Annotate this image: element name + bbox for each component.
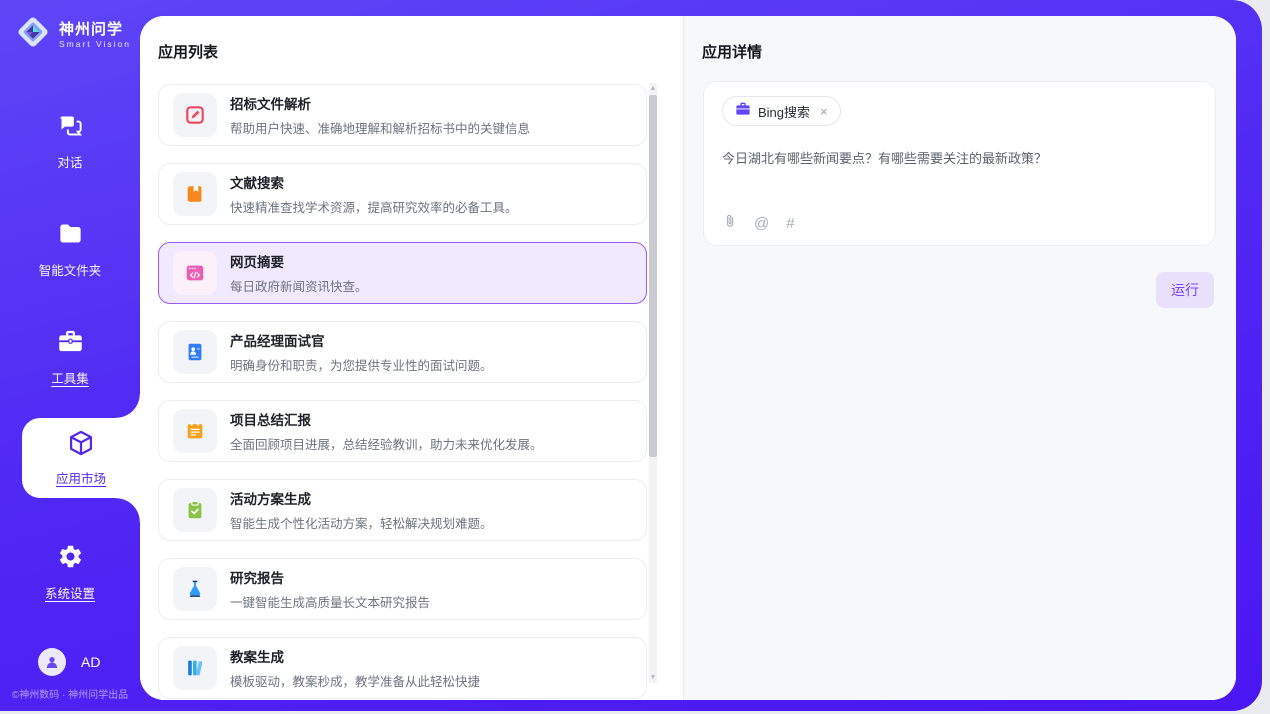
app-card-title: 项目总结汇报 — [230, 409, 543, 429]
app-card-title: 教案生成 — [230, 646, 480, 666]
app-list-scrollbar[interactable]: ▲ ▼ — [649, 83, 657, 683]
sidebar-item-label: 系统设置 — [45, 583, 95, 602]
webpage-code-icon — [173, 251, 217, 295]
app-card-pm-interviewer[interactable]: 产品经理面试官 明确身份和职责，为您提供专业性的面试问题。 — [158, 321, 647, 383]
tool-tag-bing-search[interactable]: Bing搜索 × — [722, 96, 841, 126]
brand-name: 神州问学 — [59, 21, 131, 39]
app-card-title: 文献搜索 — [230, 172, 518, 192]
paperclip-icon[interactable] — [723, 213, 737, 233]
scrollbar-up-icon[interactable]: ▲ — [649, 83, 657, 94]
scrollbar-down-icon[interactable]: ▼ — [649, 672, 657, 683]
scrollbar-thumb[interactable] — [649, 95, 657, 457]
app-card-title: 产品经理面试官 — [230, 330, 493, 350]
content-area: 应用列表 招标文件解析 帮助用户快速、准确地理解和解析招标书中的关键信息 — [140, 16, 1236, 700]
composer-toolbar: @ # — [723, 213, 795, 233]
app-card-desc: 全面回顾项目进展，总结经验教训，助力未来优化发展。 — [230, 434, 543, 453]
sidebar-item-chat[interactable]: 对话 — [0, 112, 140, 171]
brand-logo: 神州问学 Smart Vision — [14, 13, 131, 56]
app-card-desc: 模板驱动，教案秒成，教学准备从此轻松快捷 — [230, 671, 480, 690]
app-detail-card: Bing搜索 × 今日湖北有哪些新闻要点？有哪些需要关注的最新政策？ @ # — [703, 81, 1216, 246]
run-button[interactable]: 运行 — [1156, 272, 1214, 308]
sidebar-footer: ©神州数码 · 神州问学出品 — [0, 686, 140, 701]
folder-icon — [57, 220, 84, 252]
app-window: 神州问学 Smart Vision 对话 智能文件夹 — [0, 0, 1270, 714]
app-card-title: 研究报告 — [230, 567, 430, 587]
book-icon — [173, 172, 217, 216]
sidebar-item-label: 工具集 — [51, 368, 89, 387]
sidebar-item-label: 应用市场 — [56, 468, 106, 487]
user-name: AD — [81, 654, 100, 670]
sidebar-item-smart-folders[interactable]: 智能文件夹 — [0, 220, 140, 279]
app-card-lesson-plan[interactable]: 教案生成 模板驱动，教案秒成，教学准备从此轻松快捷 — [158, 637, 647, 699]
report-icon — [173, 409, 217, 453]
app-details-title: 应用详情 — [702, 41, 762, 62]
app-card-title: 网页摘要 — [230, 251, 368, 271]
briefcase-icon — [735, 101, 751, 122]
avatar — [38, 648, 66, 676]
close-icon[interactable]: × — [820, 104, 828, 119]
sidebar: 神州问学 Smart Vision 对话 智能文件夹 — [0, 0, 140, 714]
sidebar-item-toolset[interactable]: 工具集 — [0, 328, 140, 387]
cube-icon — [67, 429, 95, 462]
bid-edit-icon — [173, 93, 217, 137]
app-card-desc: 快速精准查找学术资源，提高研究效率的必备工具。 — [230, 197, 518, 216]
app-card-bid-analysis[interactable]: 招标文件解析 帮助用户快速、准确地理解和解析招标书中的关键信息 — [158, 84, 647, 146]
app-card-research-report[interactable]: 研究报告 一键智能生成高质量长文本研究报告 — [158, 558, 647, 620]
app-card-desc: 一键智能生成高质量长文本研究报告 — [230, 592, 430, 611]
chat-icon — [57, 112, 84, 144]
user-account[interactable]: AD — [38, 648, 100, 676]
sidebar-item-label: 智能文件夹 — [39, 260, 102, 279]
app-card-activity-plan[interactable]: 活动方案生成 智能生成个性化活动方案，轻松解决规划难题。 — [158, 479, 647, 541]
app-card-desc: 每日政府新闻资讯快查。 — [230, 276, 368, 295]
brand-subtitle: Smart Vision — [59, 39, 131, 49]
app-list-panel: 应用列表 招标文件解析 帮助用户快速、准确地理解和解析招标书中的关键信息 — [140, 16, 683, 700]
interview-doc-icon — [173, 330, 217, 374]
hash-topic-icon[interactable]: # — [786, 216, 794, 231]
gear-icon — [57, 543, 84, 575]
sidebar-item-app-market[interactable]: 应用市场 — [22, 418, 140, 498]
app-card-literature-search[interactable]: 文献搜索 快速精准查找学术资源，提高研究效率的必备工具。 — [158, 163, 647, 225]
app-card-desc: 帮助用户快速、准确地理解和解析招标书中的关键信息 — [230, 118, 530, 137]
clipboard-check-icon — [173, 488, 217, 532]
prompt-text[interactable]: 今日湖北有哪些新闻要点？有哪些需要关注的最新政策？ — [722, 148, 1197, 167]
diamond-logo-icon — [14, 13, 52, 56]
toolbox-icon — [57, 328, 84, 360]
at-mention-icon[interactable]: @ — [754, 216, 769, 231]
sidebar-item-settings[interactable]: 系统设置 — [0, 543, 140, 602]
sidebar-item-label: 对话 — [57, 152, 82, 171]
app-card-project-summary[interactable]: 项目总结汇报 全面回顾项目进展，总结经验教训，助力未来优化发展。 — [158, 400, 647, 462]
app-card-desc: 智能生成个性化活动方案，轻松解决规划难题。 — [230, 513, 493, 532]
research-icon — [173, 567, 217, 611]
app-list-title: 应用列表 — [158, 41, 218, 62]
app-card-title: 活动方案生成 — [230, 488, 493, 508]
app-card-title: 招标文件解析 — [230, 93, 530, 113]
app-card-desc: 明确身份和职责，为您提供专业性的面试问题。 — [230, 355, 493, 374]
app-cards: 招标文件解析 帮助用户快速、准确地理解和解析招标书中的关键信息 文献搜索 快速精… — [158, 84, 647, 700]
app-card-webpage-summary[interactable]: 网页摘要 每日政府新闻资讯快查。 — [158, 242, 647, 304]
app-details-panel: 应用详情 Bing搜索 × 今日湖北有哪些新闻要点？有哪些需要关注的最新政策？ — [683, 16, 1236, 700]
books-icon — [173, 646, 217, 690]
tool-tag-label: Bing搜索 — [758, 102, 810, 121]
